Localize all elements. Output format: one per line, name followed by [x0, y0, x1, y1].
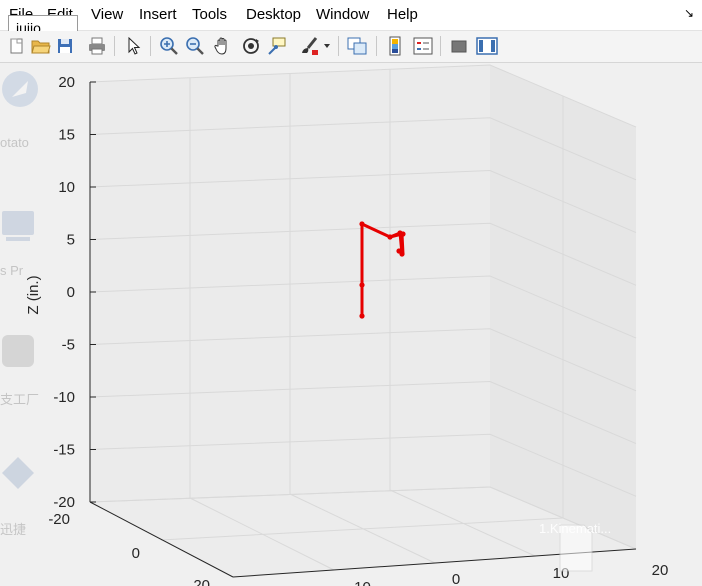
arm-joint-marker: [400, 231, 406, 237]
menu-window[interactable]: Window: [316, 6, 369, 23]
desktop-icon-label-2: s Pr: [0, 263, 24, 278]
desktop-icon-label-4: 迅捷: [0, 522, 27, 537]
menu-insert[interactable]: Insert: [139, 6, 177, 23]
arm-joint-marker: [396, 248, 402, 254]
desktop-file-label: 1.Kinemati...: [539, 521, 612, 536]
desktop-app-icon: [0, 205, 36, 254]
x-tick-label: 0: [452, 571, 460, 586]
z-tick-label: 20: [58, 74, 75, 91]
brush-dropdown-icon[interactable]: [322, 35, 332, 57]
zoom-out-icon[interactable]: [184, 35, 206, 57]
z-tick-label: -10: [53, 389, 75, 406]
z-tick-label: 0: [67, 284, 75, 301]
data-cursor-icon[interactable]: [266, 35, 288, 57]
menu-help[interactable]: Help: [387, 6, 418, 23]
arm-joint-marker: [387, 234, 393, 240]
rotate-3d-icon[interactable]: [240, 35, 262, 57]
show-plot-tools-icon[interactable]: [476, 35, 498, 57]
toolbar-separator: [114, 36, 115, 56]
menu-desktop[interactable]: Desktop: [246, 6, 301, 23]
hide-plot-tools-icon[interactable]: [448, 35, 470, 57]
toolbar-separator: [440, 36, 441, 56]
new-figure-icon[interactable]: [6, 35, 28, 57]
z-tick-label: -20: [53, 494, 75, 511]
z-tick-label: 15: [58, 127, 75, 144]
menu-bar: File Edit View Insert Tools Desktop Wind…: [0, 0, 702, 31]
z-axis-label: Z (in.): [25, 275, 42, 314]
arm-joint-marker: [359, 313, 365, 319]
y-tick-label: 0: [132, 545, 140, 562]
menu-view[interactable]: View: [91, 6, 123, 23]
y-tick-label: 20: [193, 577, 210, 586]
insert-legend-icon[interactable]: [412, 35, 434, 57]
toolbar-separator: [376, 36, 377, 56]
print-icon[interactable]: [86, 35, 108, 57]
dock-arrow-icon[interactable]: ↘: [684, 6, 694, 20]
z-tick-label: 10: [58, 179, 75, 196]
menu-tools[interactable]: Tools: [192, 6, 227, 23]
figure-canvas: 20151050-5-10-15-20 -20020 -1001020 Z (i…: [0, 63, 702, 586]
axes-3d[interactable]: 20151050-5-10-15-20 -20020 -1001020 Z (i…: [0, 63, 702, 586]
link-plot-icon[interactable]: [346, 35, 368, 57]
toolbar-separator: [338, 36, 339, 56]
desktop-app-icon: [0, 331, 36, 376]
x-tick-label: -10: [349, 579, 371, 586]
z-tick-label: -15: [53, 442, 75, 459]
pan-hand-icon[interactable]: [212, 35, 234, 57]
z-tick-label: 5: [67, 232, 75, 249]
zoom-in-icon[interactable]: [158, 35, 180, 57]
save-icon[interactable]: [54, 35, 76, 57]
desktop-icon-label-1: otato: [0, 135, 29, 150]
y-tick-label: -20: [48, 511, 70, 528]
brush-icon[interactable]: [298, 35, 320, 57]
desktop-icon-label-3: 支工厂: [0, 392, 40, 407]
insert-colorbar-icon[interactable]: [384, 35, 406, 57]
z-tick-label: -5: [62, 337, 75, 354]
figure-toolbar: [0, 31, 702, 63]
select-pointer-icon[interactable]: [122, 35, 144, 57]
arm-joint-marker: [359, 221, 365, 227]
x-tick-label: 20: [652, 562, 669, 579]
toolbar-separator: [150, 36, 151, 56]
desktop-app-icon: [0, 455, 36, 510]
arm-joint-marker: [359, 282, 365, 288]
open-file-icon[interactable]: [30, 35, 52, 57]
desktop-app-icon: [2, 71, 38, 136]
